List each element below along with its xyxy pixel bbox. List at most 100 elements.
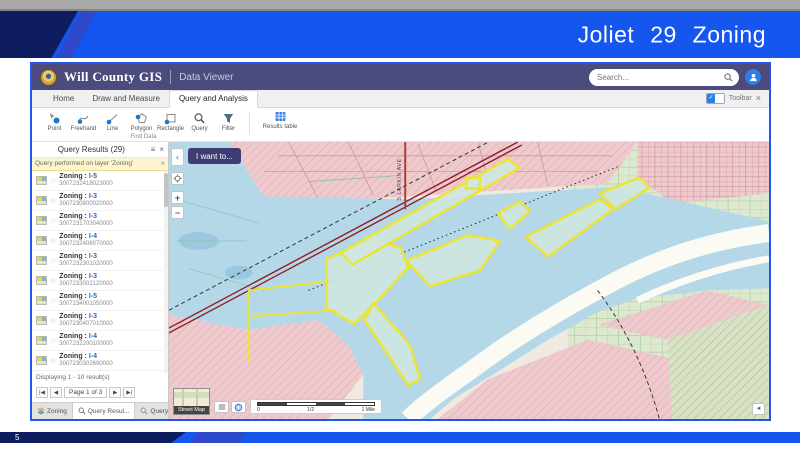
scrollbar-thumb[interactable] [164, 173, 168, 207]
query-notice: Query performed on layer 'Zoning' × [32, 158, 168, 171]
map-mode-button[interactable] [231, 401, 246, 413]
star-icon[interactable]: ☆ [50, 217, 56, 225]
result-item[interactable]: ☆ Zoning : I-33007231703040000 [32, 211, 163, 231]
search-box[interactable] [589, 69, 739, 86]
tool-point[interactable]: Point [40, 110, 69, 133]
panel-scrollbar[interactable] [164, 171, 168, 373]
star-icon[interactable]: ☆ [50, 197, 56, 205]
result-link[interactable]: I-5 [89, 173, 97, 180]
map-canvas[interactable]: S LARKIN AVE [169, 142, 769, 419]
search-input[interactable] [595, 72, 724, 83]
first-page-button[interactable]: |◀ [36, 387, 48, 398]
slide-page-number: 5 [15, 433, 19, 442]
tool-query[interactable]: Query [185, 110, 214, 133]
toolbar: Point Freehand Line [32, 108, 769, 142]
tool-line[interactable]: Line [98, 110, 127, 133]
zoom-out-button[interactable]: − [171, 206, 184, 219]
tool-filter[interactable]: Filter [214, 110, 243, 133]
star-icon[interactable]: ☆ [50, 297, 56, 305]
result-item[interactable]: ☆ Zoning : I-43007232200100000 [32, 331, 163, 351]
query-results-panel: Query Results (29) ≡ × Query performed o… [32, 142, 169, 419]
attribution-expander-button[interactable]: ◄ [752, 403, 765, 415]
search-icon[interactable] [724, 73, 733, 82]
star-icon[interactable]: ☆ [50, 317, 56, 325]
zoom-in-button[interactable]: + [171, 191, 184, 204]
result-link[interactable]: I-3 [89, 193, 97, 200]
star-icon[interactable]: ☆ [50, 177, 56, 185]
star-icon[interactable]: ☆ [50, 357, 56, 365]
result-link[interactable]: I-5 [89, 293, 97, 300]
tool-freehand[interactable]: Freehand [69, 110, 98, 133]
person-icon [749, 73, 758, 82]
panel-title: Query Results (29) [36, 145, 147, 154]
find-data-group: Point Freehand Line [40, 108, 247, 141]
result-link[interactable]: I-4 [89, 333, 97, 340]
scale-mile: 1 Mile [362, 407, 375, 413]
result-item[interactable]: ☆ Zoning : I-43007232406070000 [32, 231, 163, 251]
layer-thumbnail-icon [36, 296, 47, 305]
parcel-number: 3007233002120000 [59, 281, 112, 288]
tool-results-table[interactable]: Results table [256, 108, 304, 141]
panel-close-icon[interactable]: × [159, 146, 164, 154]
result-item[interactable]: ☆ Zoning : I-33007230407010000 [32, 311, 163, 331]
basemap-label: Street Map [174, 406, 209, 414]
user-button[interactable] [745, 69, 761, 85]
result-link[interactable]: I-4 [89, 353, 97, 360]
result-link[interactable]: I-4 [89, 233, 97, 240]
result-item[interactable]: ☆ Zoning : I-53007234001050000 [32, 291, 163, 311]
panel-collapse-button[interactable]: ‹ [171, 148, 184, 166]
star-icon[interactable]: ☆ [50, 277, 56, 285]
layer-thumbnail-icon [36, 196, 47, 205]
toolbar-close-icon[interactable]: × [756, 94, 761, 103]
star-icon[interactable]: ☆ [50, 257, 56, 265]
result-link[interactable]: I-3 [89, 273, 97, 280]
locate-button[interactable] [171, 172, 184, 185]
notice-close-icon[interactable]: × [160, 160, 165, 168]
map-layers-button[interactable] [214, 401, 229, 413]
result-item[interactable]: ☆ Zoning : I-33007232301020000 [32, 251, 163, 271]
tool-rectangle[interactable]: Rectangle [156, 110, 185, 133]
layers-icon [37, 407, 45, 415]
parcel-number: 3007234001050000 [59, 301, 112, 308]
layer-thumbnail-icon [36, 236, 47, 245]
tool-group-caption: Find Data [40, 134, 247, 140]
crosshair-icon [173, 174, 182, 183]
layer-thumbnail-icon [36, 256, 47, 265]
rectangle-tool-icon [164, 112, 177, 125]
tool-polygon[interactable]: Polygon [127, 110, 156, 133]
slide-footer-bar: 5 [0, 432, 800, 443]
result-item[interactable]: ☆ Zoning : I-33007233002120000 [32, 271, 163, 291]
prev-page-button[interactable]: ◀ [50, 387, 62, 398]
magnifier-icon [140, 407, 148, 415]
result-link[interactable]: I-3 [89, 253, 97, 260]
result-link[interactable]: I-3 [89, 313, 97, 320]
globe-icon [234, 403, 243, 412]
layer-thumbnail-icon [36, 356, 47, 365]
panel-menu-icon[interactable]: ≡ [151, 146, 156, 154]
footer-navy-shape [0, 432, 186, 443]
result-item[interactable]: ☆ Zoning : I-53007232418023000 [32, 171, 163, 191]
app-window: Will County GIS Data Viewer Home Draw an [30, 62, 771, 421]
result-item[interactable]: ☆ Zoning : I-33007230800020000 [32, 191, 163, 211]
panel-tab-query-results[interactable]: Query Resul... [73, 403, 136, 419]
next-page-button[interactable]: ▶ [109, 387, 121, 398]
parcel-number: 3007232418023000 [59, 181, 112, 188]
tab-query-and-analysis[interactable]: Query and Analysis [169, 90, 258, 108]
tab-draw-and-measure[interactable]: Draw and Measure [83, 91, 169, 107]
result-item[interactable]: ☆ Zoning : I-43007230302690000 [32, 351, 163, 371]
basemap-switcher[interactable]: Street Map [173, 388, 210, 415]
title-banner: Joliet 29 Zoning [0, 11, 800, 58]
result-link[interactable]: I-3 [89, 213, 97, 220]
slide-title: Joliet 29 Zoning [578, 21, 766, 48]
county-seal-logo [40, 69, 57, 86]
toolbar-toggle[interactable]: ✓ [706, 93, 725, 104]
star-icon[interactable]: ☆ [50, 337, 56, 345]
star-icon[interactable]: ☆ [50, 237, 56, 245]
panel-header: Query Results (29) ≡ × [32, 142, 168, 158]
panel-tab-zoning[interactable]: Zoning [32, 403, 73, 419]
layer-thumbnail-icon [36, 176, 47, 185]
tab-home[interactable]: Home [44, 91, 83, 107]
freehand-tool-icon [77, 112, 90, 125]
i-want-to-button[interactable]: I want to... [188, 148, 241, 164]
last-page-button[interactable]: ▶| [123, 387, 135, 398]
